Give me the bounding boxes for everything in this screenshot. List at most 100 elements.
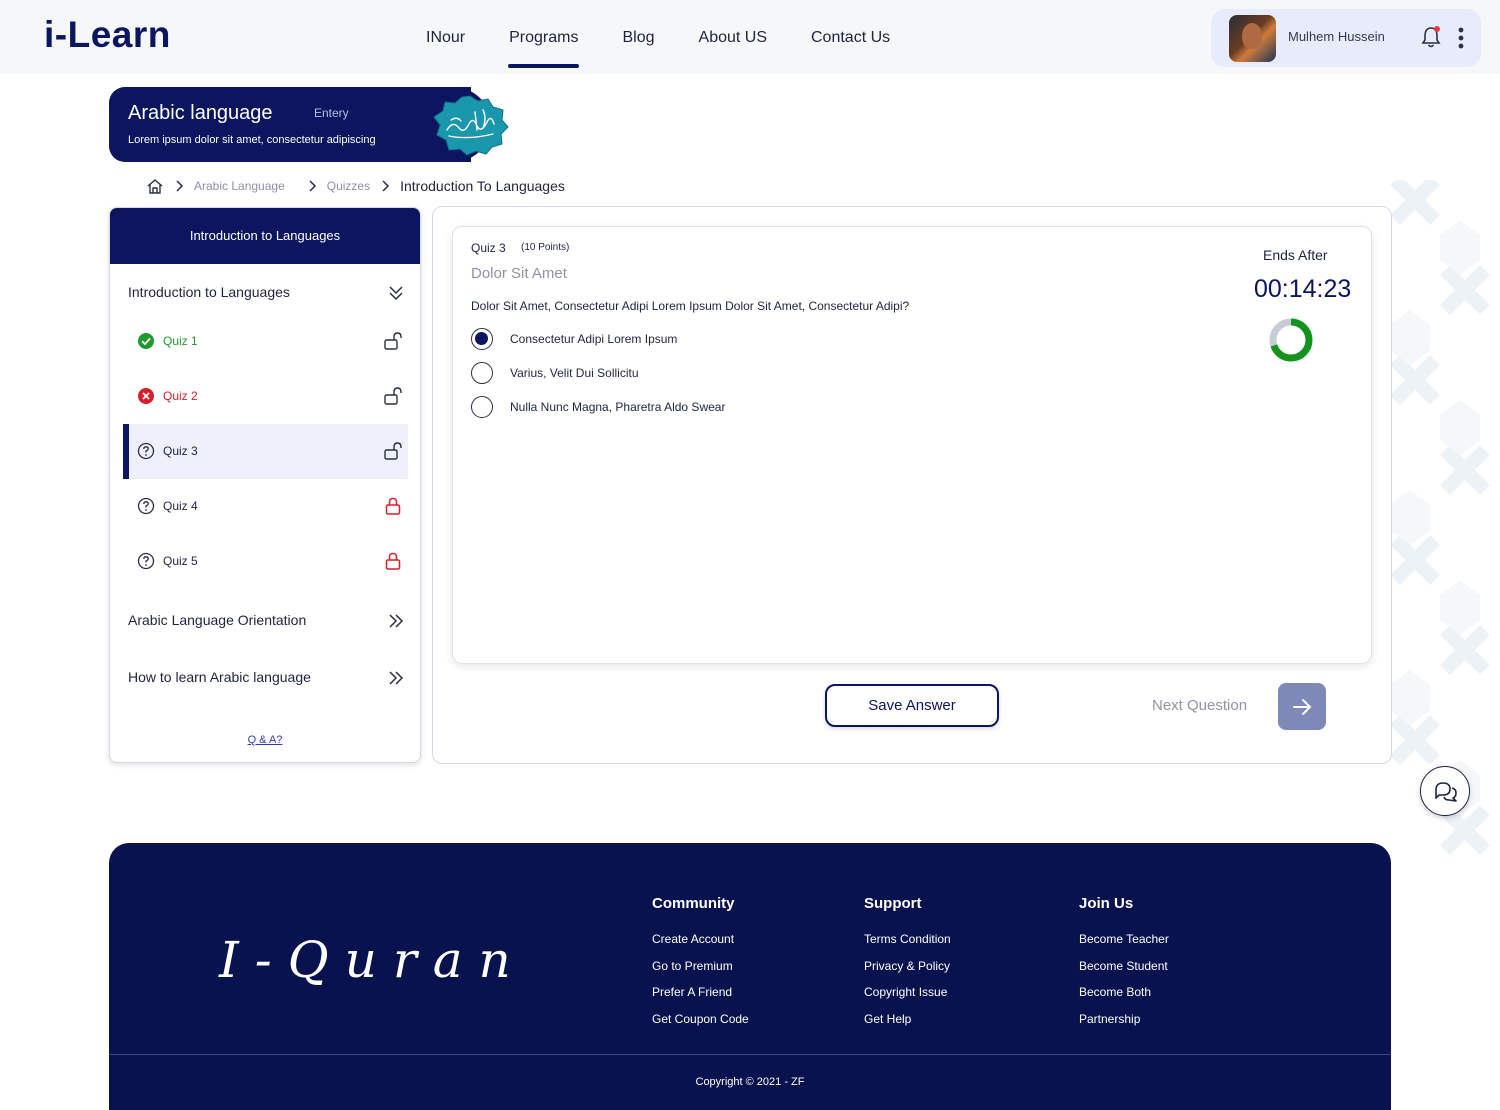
sidebar-header: Introduction to Languages	[110, 208, 420, 264]
quiz-label: Quiz 3	[163, 444, 198, 458]
user-menu[interactable]: Mulhem Hussein	[1211, 9, 1481, 67]
answer-option[interactable]: Consectetur Adipi Lorem Ipsum	[471, 328, 871, 354]
course-title: Arabic language	[128, 102, 273, 124]
radio-button-selected[interactable]	[471, 328, 493, 350]
quiz-item-4[interactable]: Quiz 4	[123, 479, 408, 534]
section-label: Introduction to Languages	[128, 284, 290, 300]
answer-label: Consectetur Adipi Lorem Ipsum	[510, 332, 678, 346]
answer-option[interactable]: Nulla Nunc Magna, Pharetra Aldo Swear	[471, 396, 871, 422]
check-circle-icon	[138, 333, 154, 349]
footer-divider	[109, 1054, 1391, 1055]
section-orientation[interactable]: Arabic Language Orientation	[110, 600, 420, 640]
chevrons-right-icon[interactable]	[386, 611, 406, 631]
main-nav: INour Programs Blog About US Contact Us	[404, 0, 912, 74]
question-circle-icon	[137, 497, 155, 515]
chevrons-down-icon[interactable]	[386, 283, 406, 303]
chevron-right-icon	[176, 180, 184, 192]
countdown-timer: 00:14:23	[1254, 275, 1352, 303]
save-answer-button[interactable]: Save Answer	[825, 684, 999, 727]
unlock-icon	[384, 442, 402, 460]
chevrons-right-icon[interactable]	[386, 668, 406, 688]
home-icon[interactable]	[146, 178, 164, 194]
nav-item-contact[interactable]: Contact Us	[789, 0, 912, 74]
avatar[interactable]	[1229, 15, 1276, 62]
footer-column-join: Join Us Become Teacher Become Student Be…	[1079, 895, 1169, 1038]
arabic-calligraphy-emblem	[433, 95, 509, 156]
nav-item-programs[interactable]: Programs	[487, 0, 600, 74]
timer-progress-ring	[1269, 318, 1313, 362]
nav-item-about[interactable]: About US	[677, 0, 789, 74]
footer-link[interactable]: Become Teacher	[1079, 932, 1169, 959]
footer-column-title: Join Us	[1079, 895, 1134, 912]
chat-icon	[1435, 782, 1457, 802]
question-circle-icon	[137, 442, 155, 460]
footer-logo: I-Quran	[219, 931, 527, 989]
lock-icon	[385, 552, 401, 570]
footer-link[interactable]: Create Account	[652, 932, 749, 959]
answer-label: Nulla Nunc Magna, Pharetra Aldo Swear	[510, 400, 726, 414]
nav-item-blog[interactable]: Blog	[600, 0, 676, 74]
footer-column-title: Support	[864, 895, 922, 912]
course-level: Entery	[314, 106, 349, 120]
footer-link[interactable]: Get Coupon Code	[652, 1012, 749, 1039]
radio-button[interactable]	[471, 362, 493, 384]
user-name: Mulhem Hussein	[1288, 29, 1385, 44]
section-label: How to learn Arabic language	[128, 669, 311, 685]
quiz-label: Quiz 1	[163, 334, 198, 348]
top-header: i-Learn INour Programs Blog About US Con…	[0, 0, 1500, 74]
unlock-icon	[384, 332, 402, 350]
footer-link[interactable]: Terms Condition	[864, 932, 951, 959]
copyright-text: Copyright © 2021 - ZF	[695, 1076, 805, 1088]
quiz-subtitle: Dolor Sit Amet	[471, 265, 567, 282]
question-card: Quiz 3 (10 Points) Dolor Sit Amet Dolor …	[452, 226, 1372, 664]
footer-link[interactable]: Get Help	[864, 1012, 951, 1039]
brand-logo[interactable]: i-Learn	[44, 14, 171, 56]
notification-bell-icon[interactable]	[1420, 25, 1442, 49]
qa-link[interactable]: Q & A?	[110, 734, 420, 746]
more-options-icon[interactable]	[1456, 26, 1466, 50]
timer-label: Ends After	[1263, 247, 1328, 263]
footer-link[interactable]: Become Both	[1079, 985, 1169, 1012]
footer-link[interactable]: Become Student	[1079, 959, 1169, 986]
footer-link[interactable]: Partnership	[1079, 1012, 1169, 1039]
answer-option[interactable]: Varius, Velit Dui Sollicitu	[471, 362, 871, 388]
breadcrumb-item[interactable]: Arabic Language	[194, 179, 285, 193]
footer-link[interactable]: Go to Premium	[652, 959, 749, 986]
lock-icon	[385, 497, 401, 515]
quiz-item-2[interactable]: Quiz 2	[123, 369, 408, 424]
footer-link[interactable]: Prefer A Friend	[652, 985, 749, 1012]
course-description: Lorem ipsum dolor sit amet, consectetur …	[128, 134, 376, 146]
breadcrumb: Arabic Language Quizzes Introduction To …	[146, 176, 565, 196]
quiz-item-3[interactable]: Quiz 3	[123, 424, 408, 479]
chevron-right-icon	[382, 180, 390, 192]
question-text: Dolor Sit Amet, Consectetur Adipi Lorem …	[471, 299, 910, 313]
quiz-item-5[interactable]: Quiz 5	[123, 534, 408, 589]
next-question-label[interactable]: Next Question	[1152, 697, 1247, 714]
nav-item-inour[interactable]: INour	[404, 0, 487, 74]
lesson-sidebar: Introduction to Languages Introduction t…	[109, 207, 421, 763]
next-question-button[interactable]	[1278, 683, 1326, 730]
footer-column-title: Community	[652, 895, 735, 912]
footer-link[interactable]: Privacy & Policy	[864, 959, 951, 986]
error-circle-icon	[138, 388, 154, 404]
quiz-panel: Quiz 3 (10 Points) Dolor Sit Amet Dolor …	[432, 206, 1392, 764]
course-banner: Arabic language Entery Lorem ipsum dolor…	[109, 87, 491, 162]
arrow-right-icon	[1293, 699, 1312, 715]
footer-link[interactable]: Copyright Issue	[864, 985, 951, 1012]
quiz-points: (10 Points)	[521, 242, 570, 253]
footer-column-community: Community Create Account Go to Premium P…	[652, 895, 749, 1038]
chat-button[interactable]	[1420, 766, 1470, 816]
section-label: Arabic Language Orientation	[128, 612, 307, 628]
quiz-label: Quiz 2	[163, 389, 198, 403]
breadcrumb-current: Introduction To Languages	[400, 178, 565, 194]
answer-label: Varius, Velit Dui Sollicitu	[510, 366, 639, 380]
section-introduction[interactable]: Introduction to Languages	[110, 272, 420, 312]
breadcrumb-item[interactable]: Quizzes	[327, 179, 370, 193]
footer-column-support: Support Terms Condition Privacy & Policy…	[864, 895, 951, 1038]
quiz-label: Quiz 4	[163, 499, 198, 513]
unlock-icon	[384, 387, 402, 405]
quiz-item-1[interactable]: Quiz 1	[123, 314, 408, 369]
radio-button[interactable]	[471, 396, 493, 418]
question-circle-icon	[137, 552, 155, 570]
section-how-to-learn[interactable]: How to learn Arabic language	[110, 657, 420, 697]
